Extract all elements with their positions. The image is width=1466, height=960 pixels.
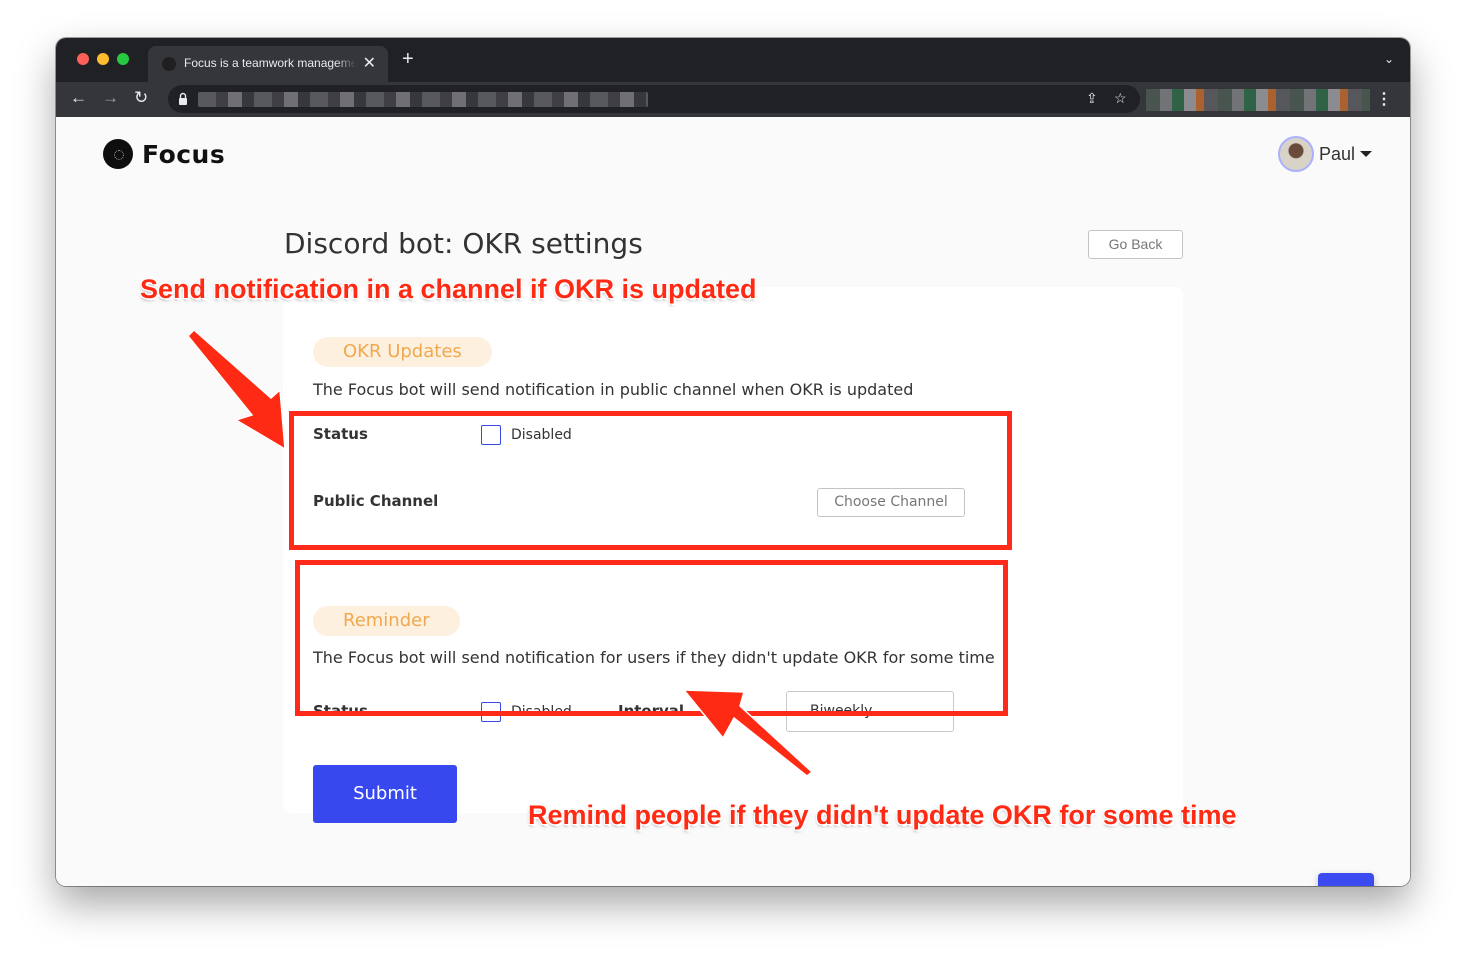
- share-icon[interactable]: ⇪: [1086, 90, 1098, 107]
- okr-updates-highlight-box: [289, 411, 1012, 550]
- go-back-button[interactable]: Go Back: [1088, 230, 1183, 259]
- blurred-url: [198, 92, 648, 107]
- brand-name: Focus: [142, 139, 226, 169]
- brand[interactable]: Focus: [103, 139, 225, 169]
- reload-icon[interactable]: ↻: [134, 88, 148, 108]
- close-window-button[interactable]: [77, 53, 89, 65]
- browser-tab[interactable]: Focus is a teamwork management ✕: [148, 46, 388, 82]
- tab-title: Focus is a teamwork management: [184, 56, 356, 70]
- tab-close-icon[interactable]: ✕: [363, 53, 376, 73]
- forward-arrow-icon[interactable]: →: [102, 88, 119, 108]
- bookmark-star-icon[interactable]: ☆: [1114, 90, 1127, 107]
- address-bar[interactable]: ⇪ ☆: [168, 85, 1140, 113]
- focus-logo-icon: [103, 139, 133, 169]
- annotation-bottom: Remind people if they didn't update OKR …: [528, 800, 1237, 830]
- favicon-icon: [162, 57, 176, 71]
- user-name: Paul: [1318, 143, 1355, 164]
- page-title: Discord bot: OKR settings: [284, 227, 643, 260]
- maximize-window-button[interactable]: [117, 53, 129, 65]
- lock-icon: [179, 92, 187, 105]
- blurred-extensions: [1146, 89, 1370, 111]
- user-menu[interactable]: Paul: [1277, 136, 1372, 172]
- new-tab-icon[interactable]: +: [402, 48, 414, 71]
- browser-toolbar: ← → ↻ ⇪ ☆ ⋮: [56, 82, 1410, 117]
- minimize-window-button[interactable]: [97, 53, 109, 65]
- browser-menu-icon[interactable]: ⋮: [1376, 89, 1392, 109]
- chat-widget-button[interactable]: [1318, 873, 1374, 886]
- avatar: [1277, 136, 1314, 172]
- okr-updates-pill: OKR Updates: [313, 337, 492, 367]
- submit-button[interactable]: Submit: [313, 765, 457, 823]
- tab-search-icon[interactable]: ⌄: [1384, 52, 1394, 66]
- browser-tab-bar: Focus is a teamwork management ✕ + ⌄: [56, 38, 1410, 82]
- browser-window: Focus is a teamwork management ✕ + ⌄ ← →…: [56, 38, 1410, 886]
- annotation-top: Send notification in a channel if OKR is…: [140, 274, 757, 304]
- reminder-highlight-box: [295, 560, 1008, 716]
- okr-updates-description: The Focus bot will send notification in …: [313, 380, 914, 399]
- back-arrow-icon[interactable]: ←: [70, 88, 87, 108]
- caret-down-icon: [1360, 151, 1372, 157]
